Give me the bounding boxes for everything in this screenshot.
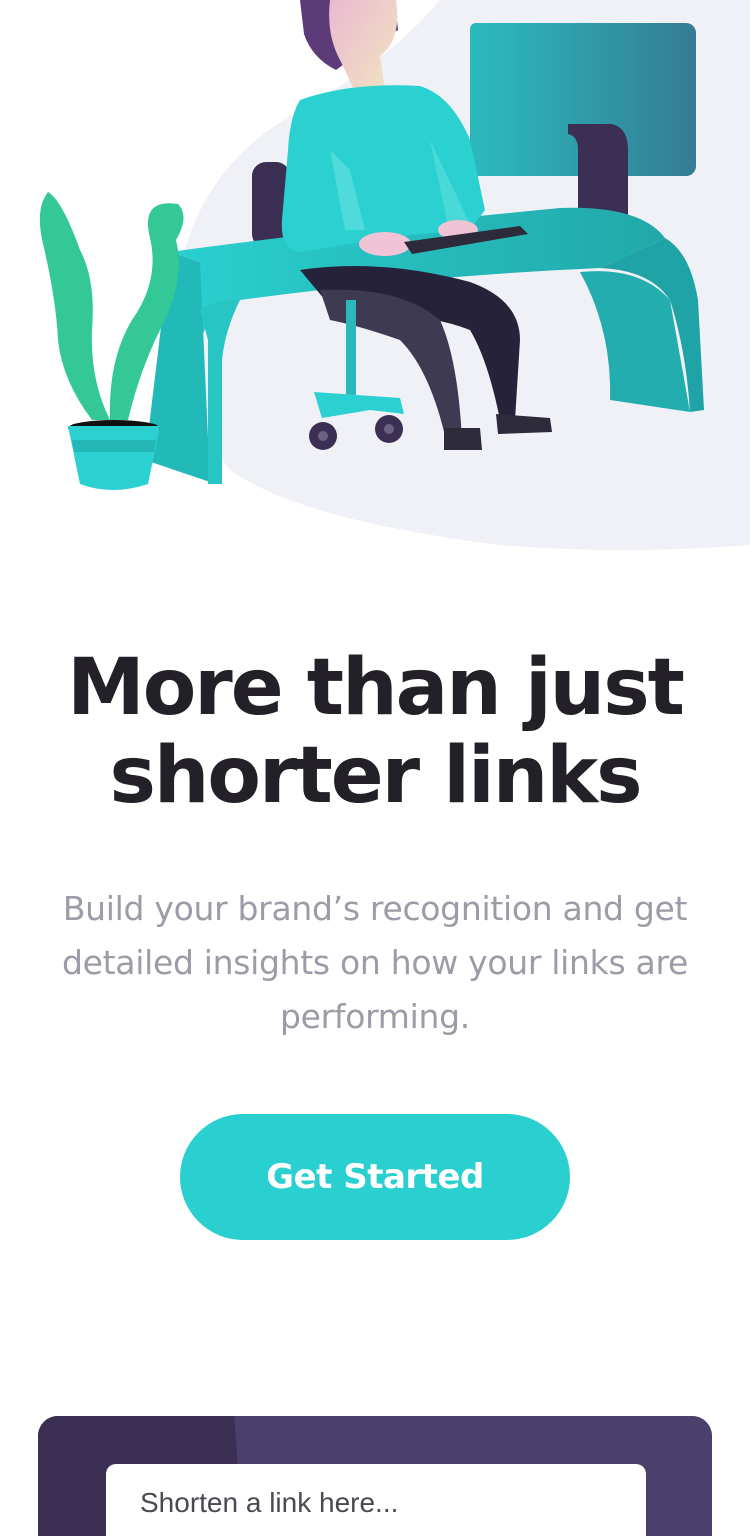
- hero-subtitle: Build your brand’s recognition and get d…: [62, 889, 688, 1036]
- hero-title-line-2: shorter links: [109, 731, 642, 821]
- shorten-link-input[interactable]: [106, 1464, 646, 1536]
- landing-page: More than just shorter links Build your …: [0, 0, 750, 1536]
- shorten-link-panel: [38, 1416, 712, 1536]
- hero-title: More than just shorter links: [0, 644, 750, 820]
- get-started-button[interactable]: Get Started: [180, 1114, 570, 1240]
- hero-title-line-1: More than just: [67, 643, 685, 733]
- hero-illustration: [39, 0, 750, 550]
